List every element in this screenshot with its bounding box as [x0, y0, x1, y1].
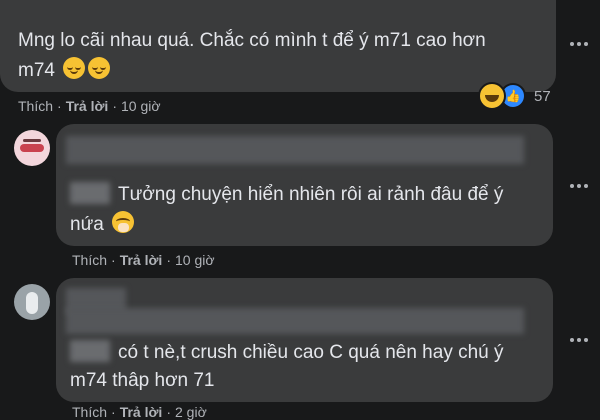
- blurred-author-name: [66, 136, 524, 164]
- comment-time: 10 giờ: [175, 252, 215, 268]
- comment-actions: Thích · Trả lời · 10 giờ: [18, 98, 161, 114]
- separator: ·: [166, 252, 171, 268]
- blurred-mention: [70, 182, 110, 204]
- reply-link[interactable]: Trả lời: [120, 252, 163, 268]
- avatar-face: [20, 144, 44, 152]
- avatar[interactable]: [14, 130, 50, 166]
- relieved-emoji: [63, 57, 86, 79]
- comment-text-line: m74 thâp hơn 71: [70, 370, 215, 391]
- like-link[interactable]: Thích: [72, 252, 107, 268]
- more-options-icon[interactable]: [570, 40, 592, 48]
- avatar[interactable]: [14, 284, 50, 320]
- like-link[interactable]: Thích: [18, 98, 53, 114]
- comment-time: 10 giờ: [121, 98, 161, 114]
- comment-actions: Thích · Trả lời · 10 giờ: [72, 252, 215, 268]
- comment-text-line: nứa: [70, 210, 135, 240]
- comment-bubble-1: Mng lo cãi nhau quá. Chắc có mình t để ý…: [0, 0, 556, 92]
- avatar-figure: [26, 292, 38, 314]
- comment-bubble-2: Tưởng chuyện hiển nhiên rôi ai rảnh đâu …: [56, 124, 553, 246]
- blurred-mention: [70, 340, 110, 362]
- comment-text-line: Mng lo cãi nhau quá. Chắc có mình t để ý…: [18, 30, 486, 51]
- reply-link[interactable]: Trả lời: [120, 404, 163, 420]
- more-options-icon[interactable]: [570, 336, 592, 344]
- separator: ·: [57, 98, 62, 114]
- like-link[interactable]: Thích: [72, 404, 107, 420]
- separator: ·: [166, 404, 171, 420]
- blurred-text: [66, 308, 524, 334]
- comment-text-line-end: nứa: [70, 214, 104, 235]
- reply-link[interactable]: Trả lời: [66, 98, 109, 114]
- relieved-emoji: [88, 57, 111, 79]
- reaction-summary[interactable]: 👍 57: [478, 82, 551, 110]
- comment-text-line: m74: [18, 56, 111, 86]
- comment-text-line-end: m74: [18, 60, 55, 81]
- separator: ·: [112, 98, 117, 114]
- comment-bubble-3: có t nè,t crush chiều cao C quá nên hay …: [56, 278, 553, 402]
- hush-emoji: [112, 211, 135, 233]
- comment-text-line: Tưởng chuyện hiển nhiên rôi ai rảnh đâu …: [118, 184, 504, 205]
- reaction-count: 57: [534, 87, 551, 105]
- haha-reaction-icon: [478, 82, 506, 110]
- separator: ·: [111, 404, 116, 420]
- more-options-icon[interactable]: [570, 182, 592, 190]
- comment-text-line: có t nè,t crush chiều cao C quá nên hay …: [118, 342, 504, 363]
- comment-actions: Thích · Trả lời · 2 giờ: [72, 404, 207, 420]
- avatar-eyes: [23, 139, 41, 142]
- separator: ·: [111, 252, 116, 268]
- comment-time: 2 giờ: [175, 404, 207, 420]
